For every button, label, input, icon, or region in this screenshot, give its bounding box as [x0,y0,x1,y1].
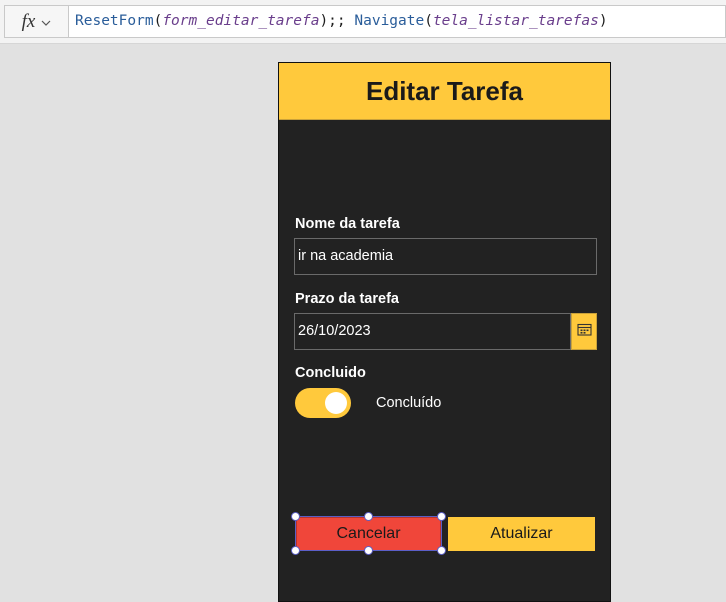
cancel-button[interactable]: Cancelar [296,517,441,551]
formula-token: Navigate [354,13,425,29]
formula-input[interactable]: ResetForm(form_editar_tarefa);; Navigate… [68,5,726,38]
formula-token: );; [319,13,355,29]
formula-token: ) [598,13,608,29]
done-toggle[interactable] [295,388,351,418]
task-name-input[interactable]: ir na academia [294,238,597,275]
formula-token: form_editar_tarefa [162,13,320,29]
toggle-knob [325,392,347,414]
update-button[interactable]: Atualizar [448,517,595,551]
formula-bar: fx ResetForm(form_editar_tarefa);; Navig… [0,0,726,44]
formula-token: ( [153,13,163,29]
task-name-label: Nome da tarefa [295,216,400,232]
fx-dropdown-button[interactable]: fx [4,5,68,38]
formula-token: ResetForm [75,13,154,29]
done-toggle-text: Concluído [376,395,442,411]
formula-token: ( [424,13,433,29]
calendar-icon [576,323,592,341]
chevron-down-icon [41,17,51,29]
screen-header: Editar Tarefa [279,63,610,120]
task-deadline-date-input[interactable]: 26/10/2023 [294,313,571,350]
app-screen: Editar Tarefa Nome da tarefa ir na acade… [278,62,611,602]
fx-icon: fx [21,10,36,32]
page-title: Editar Tarefa [365,75,523,106]
formula-token: tela_listar_tarefas [432,13,599,29]
task-deadline-label: Prazo da tarefa [295,291,399,307]
calendar-button[interactable] [571,313,597,350]
task-done-label: Concluido [295,365,366,381]
